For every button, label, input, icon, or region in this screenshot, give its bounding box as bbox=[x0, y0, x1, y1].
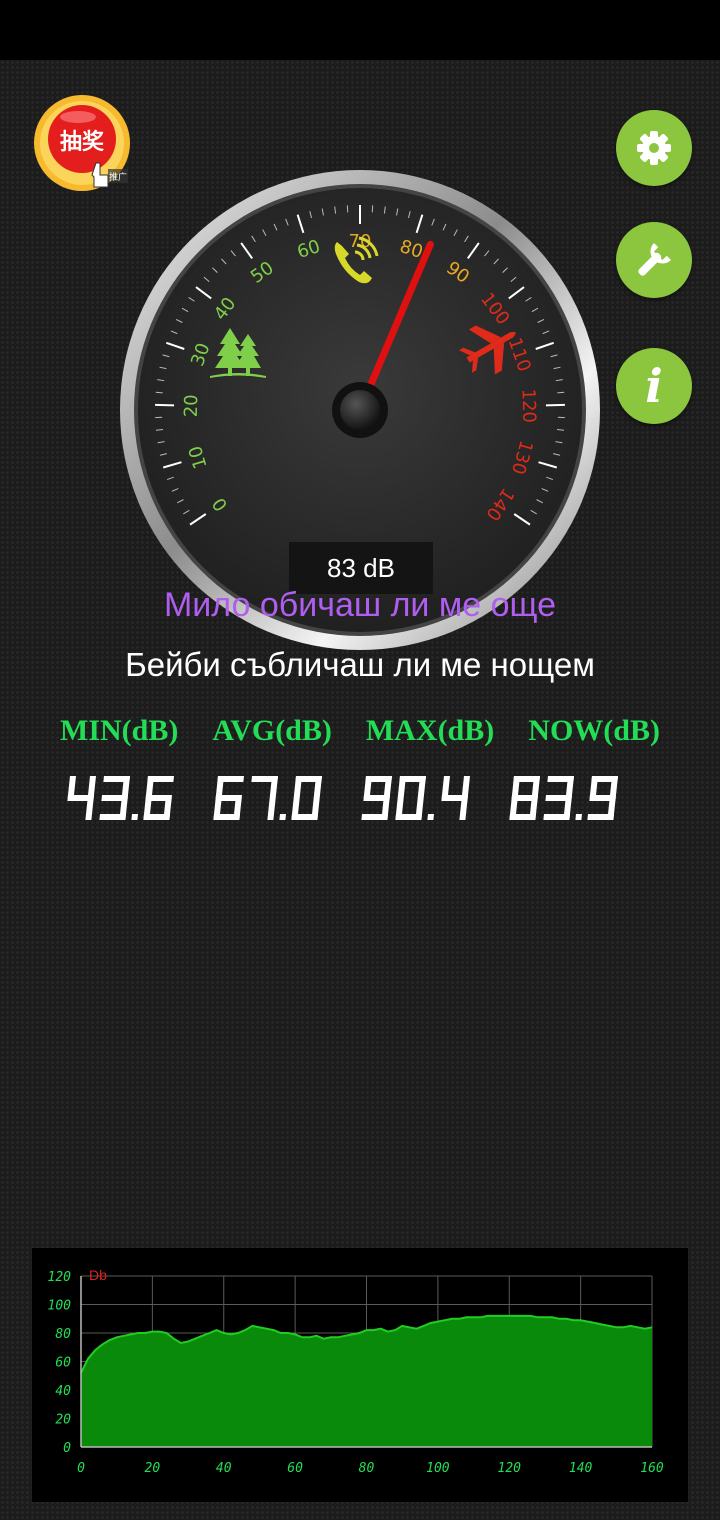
graph-x-tick: 140 bbox=[569, 1461, 593, 1476]
stats-values: 43.6 67.0 90.4 83.9 bbox=[67, 776, 618, 820]
now-label: NOW(dB) bbox=[528, 714, 660, 747]
lyric-line-2: Бейби събличаш ли ме нощем bbox=[125, 646, 595, 683]
tools-button[interactable] bbox=[616, 222, 692, 298]
max-label: MAX(dB) bbox=[365, 714, 495, 747]
graph-area bbox=[81, 1315, 652, 1447]
svg-text:抽奖: 抽奖 bbox=[60, 129, 105, 155]
info-button[interactable]: i bbox=[616, 348, 692, 424]
gauge-tick bbox=[155, 429, 164, 431]
graph-x-tick: 60 bbox=[287, 1461, 303, 1476]
stat-value-now: 83.9 bbox=[509, 776, 618, 820]
graph-y-label: Db bbox=[89, 1267, 107, 1283]
gear-icon bbox=[637, 131, 671, 165]
graph-x-tick: 20 bbox=[145, 1461, 161, 1476]
lottery-promo-button[interactable]: 抽奖 推广 bbox=[32, 93, 132, 193]
gauge-tick-label: 20 bbox=[181, 394, 203, 417]
graph-y-tick: 40 bbox=[55, 1384, 71, 1399]
graph-y-tick: 120 bbox=[48, 1270, 72, 1285]
gauge-tick-label: 120 bbox=[518, 388, 540, 423]
wrench-icon bbox=[638, 243, 671, 276]
gauge-tick bbox=[556, 429, 565, 431]
graph-x-tick: 80 bbox=[359, 1461, 375, 1476]
graph-y-tick: 100 bbox=[48, 1299, 72, 1314]
lyric-line-1: Мило обичаш ли ме още bbox=[163, 586, 557, 624]
graph-x-tick: 40 bbox=[216, 1461, 232, 1476]
settings-button[interactable] bbox=[616, 110, 692, 186]
stat-value-max: 90.4 bbox=[361, 776, 470, 820]
graph-x-tick: 0 bbox=[77, 1461, 85, 1476]
graph-y-tick: 0 bbox=[63, 1441, 71, 1456]
stats-labels: MIN(dB) AVG(dB) MAX(dB) NOW(dB) bbox=[60, 714, 660, 748]
gauge-tick bbox=[557, 391, 565, 394]
min-label: MIN(dB) bbox=[60, 714, 179, 747]
avg-label: AVG(dB) bbox=[212, 714, 332, 747]
graph-x-tick: 160 bbox=[640, 1461, 664, 1476]
graph-x-tick: 100 bbox=[426, 1461, 450, 1476]
graph-y-tick: 60 bbox=[55, 1356, 71, 1371]
graph-x-tick: 120 bbox=[498, 1461, 522, 1476]
history-graph: 0 20 40 60 80 100 120 0 20 40 60 80 100 120 140 160 Db bbox=[32, 1248, 688, 1502]
status-bar bbox=[0, 0, 720, 60]
info-icon: i bbox=[645, 359, 663, 413]
stat-value-min: 43.6 bbox=[67, 776, 174, 820]
gauge-tick bbox=[155, 391, 163, 394]
graph-y-tick: 80 bbox=[55, 1327, 71, 1342]
stat-value-avg: 67.0 bbox=[213, 776, 322, 820]
graph-y-tick: 20 bbox=[55, 1413, 71, 1428]
